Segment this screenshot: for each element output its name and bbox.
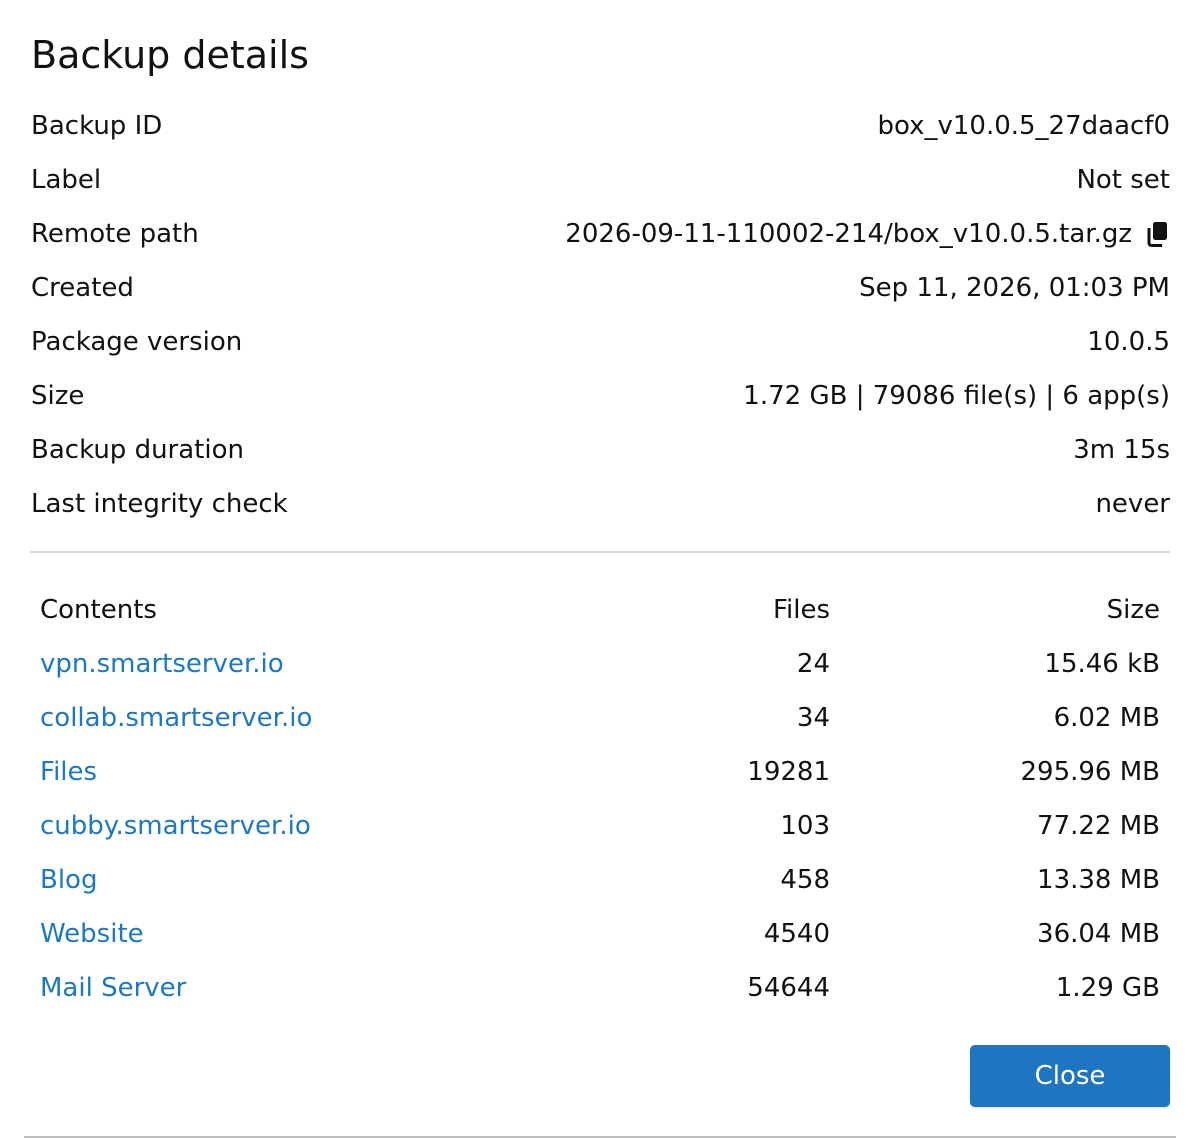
detail-label: Package version — [31, 327, 243, 357]
detail-label: Label — [31, 165, 102, 195]
detail-value: 10.0.5 — [1087, 327, 1170, 357]
detail-value: never — [1095, 489, 1170, 519]
detail-label: Remote path — [31, 219, 199, 249]
app-link[interactable]: cubby.smartserver.io — [40, 811, 311, 841]
detail-value: 2026-09-11-110002-214/box_v10.0.5.tar.gz — [565, 219, 1132, 249]
detail-row-size: Size 1.72 GB | 79086 file(s) | 6 app(s) — [31, 369, 1170, 423]
app-link[interactable]: vpn.smartserver.io — [40, 649, 284, 679]
file-count: 19281 — [747, 757, 830, 787]
detail-label: Backup duration — [31, 435, 244, 465]
detail-label: Backup ID — [31, 111, 163, 141]
content-size: 13.38 MB — [1037, 865, 1160, 895]
section-divider — [30, 551, 1170, 553]
content-size: 36.04 MB — [1037, 919, 1160, 949]
detail-label: Created — [31, 273, 134, 303]
table-row: Mail Server 54644 1.29 GB — [40, 961, 1160, 1015]
detail-label: Size — [31, 381, 85, 411]
detail-row-backup-duration: Backup duration 3m 15s — [31, 423, 1170, 477]
file-count: 4540 — [763, 919, 830, 949]
file-count: 458 — [780, 865, 830, 895]
table-row: Files 19281 295.96 MB — [40, 745, 1160, 799]
contents-column-header: Contents — [40, 595, 157, 625]
content-size: 6.02 MB — [1053, 703, 1160, 733]
files-column-header: Files — [772, 595, 830, 625]
app-link[interactable]: Website — [40, 919, 144, 949]
file-count: 24 — [796, 649, 830, 679]
content-size: 1.29 GB — [1055, 973, 1160, 1003]
detail-value: box_v10.0.5_27daacf0 — [877, 111, 1170, 141]
detail-row-package-version: Package version 10.0.5 — [31, 315, 1170, 369]
table-row: Website 4540 36.04 MB — [40, 907, 1160, 961]
detail-label: Last integrity check — [31, 489, 288, 519]
copy-icon[interactable] — [1144, 220, 1170, 248]
detail-value: 3m 15s — [1073, 435, 1170, 465]
detail-row-backup-id: Backup ID box_v10.0.5_27daacf0 — [31, 99, 1170, 153]
table-row: cubby.smartserver.io 103 77.22 MB — [40, 799, 1160, 853]
file-count: 103 — [780, 811, 830, 841]
remote-path-value-wrap: 2026-09-11-110002-214/box_v10.0.5.tar.gz — [565, 219, 1170, 249]
file-count: 34 — [796, 703, 830, 733]
detail-value: Not set — [1076, 165, 1170, 195]
backup-details-list: Backup ID box_v10.0.5_27daacf0 Label Not… — [31, 99, 1170, 531]
app-link[interactable]: Mail Server — [40, 973, 186, 1003]
detail-row-last-integrity-check: Last integrity check never — [31, 477, 1170, 531]
contents-table: Contents Files Size vpn.smartserver.io 2… — [40, 583, 1160, 1015]
app-link[interactable]: collab.smartserver.io — [40, 703, 312, 733]
table-row: collab.smartserver.io 34 6.02 MB — [40, 691, 1160, 745]
content-size: 295.96 MB — [1020, 757, 1160, 787]
detail-row-label: Label Not set — [31, 153, 1170, 207]
backup-details-dialog: Backup details Backup ID box_v10.0.5_27d… — [0, 0, 1200, 1138]
content-size: 15.46 kB — [1044, 649, 1160, 679]
close-button[interactable]: Close — [970, 1045, 1170, 1107]
app-link[interactable]: Files — [40, 757, 97, 787]
detail-value: 1.72 GB | 79086 file(s) | 6 app(s) — [743, 381, 1170, 411]
size-column-header: Size — [1106, 595, 1160, 625]
detail-row-remote-path: Remote path 2026-09-11-110002-214/box_v1… — [31, 207, 1170, 261]
detail-row-created: Created Sep 11, 2026, 01:03 PM — [31, 261, 1170, 315]
dialog-title: Backup details — [31, 33, 309, 77]
app-link[interactable]: Blog — [40, 865, 97, 895]
content-size: 77.22 MB — [1037, 811, 1160, 841]
table-row: Blog 458 13.38 MB — [40, 853, 1160, 907]
table-row: vpn.smartserver.io 24 15.46 kB — [40, 637, 1160, 691]
detail-value: Sep 11, 2026, 01:03 PM — [859, 273, 1170, 303]
contents-header-row: Contents Files Size — [40, 583, 1160, 637]
file-count: 54644 — [747, 973, 830, 1003]
